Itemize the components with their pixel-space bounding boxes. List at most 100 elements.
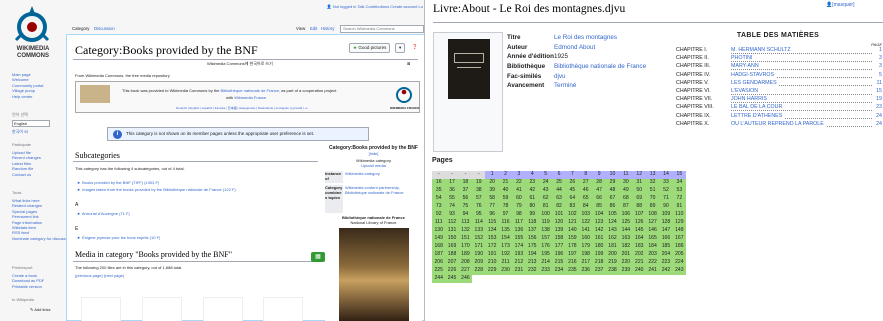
page-link[interactable]: 74 xyxy=(445,203,459,211)
book-cover-frame[interactable] xyxy=(433,32,503,152)
page-link[interactable]: 233 xyxy=(538,267,553,275)
grid-view-button[interactable]: ▦ xyxy=(311,252,325,262)
page-link[interactable]: 76 xyxy=(472,203,486,211)
page-link[interactable]: - xyxy=(472,171,486,179)
page-link[interactable]: 83 xyxy=(565,203,580,211)
tab-discussion[interactable]: Discussion xyxy=(94,26,115,31)
language-select[interactable]: English xyxy=(12,120,50,127)
page-link[interactable]: 181 xyxy=(605,243,620,251)
toc-title-link[interactable]: JOHN HARRIS xyxy=(731,96,769,103)
add-links[interactable]: ✎ Add links xyxy=(30,307,50,312)
page-link[interactable]: 59 xyxy=(498,195,513,203)
tab-view[interactable]: View xyxy=(296,26,305,31)
page-link[interactable]: 40 xyxy=(498,187,513,195)
page-link[interactable]: 90 xyxy=(659,203,673,211)
page-link[interactable]: 79 xyxy=(512,203,526,211)
page-link[interactable]: 2 xyxy=(498,171,513,179)
page-link[interactable]: 188 xyxy=(445,251,459,259)
toc-page-link[interactable]: 19 xyxy=(876,96,882,102)
page-link[interactable]: 141 xyxy=(579,227,593,235)
search-input[interactable]: Search Wikimedia Commons xyxy=(340,25,424,33)
page-link[interactable]: 149 xyxy=(432,235,446,243)
page-link[interactable]: 77 xyxy=(485,203,499,211)
page-link[interactable]: 241 xyxy=(645,267,660,275)
page-link[interactable]: 13 xyxy=(645,171,660,179)
page-link[interactable]: 145 xyxy=(632,227,646,235)
page-link[interactable]: 98 xyxy=(512,211,526,219)
page-link[interactable]: 182 xyxy=(619,243,633,251)
page-link[interactable]: 187 xyxy=(432,251,446,259)
page-link[interactable]: 73 xyxy=(432,203,446,211)
page-link[interactable]: 31 xyxy=(632,179,646,187)
page-link[interactable]: 81 xyxy=(538,203,553,211)
page-link[interactable]: 72 xyxy=(672,195,687,203)
toc-page-link[interactable]: 15 xyxy=(876,88,882,94)
page-link[interactable]: 78 xyxy=(498,203,513,211)
page-link[interactable]: 114 xyxy=(472,219,486,227)
infobox-value[interactable]: Wikimedia category xyxy=(345,171,380,176)
page-link[interactable]: 137 xyxy=(525,227,539,235)
wikimedia-commons-logo[interactable] xyxy=(12,4,52,44)
page-link[interactable]: 176 xyxy=(538,243,553,251)
page-link[interactable]: 195 xyxy=(538,251,553,259)
page-link[interactable]: 7 xyxy=(565,171,580,179)
page-link[interactable]: 63 xyxy=(552,195,566,203)
page-link[interactable]: 69 xyxy=(632,195,646,203)
page-link[interactable]: 144 xyxy=(619,227,633,235)
page-link[interactable]: 96 xyxy=(485,211,499,219)
page-link[interactable]: 201 xyxy=(619,251,633,259)
page-link[interactable]: 162 xyxy=(605,235,620,243)
page-link[interactable]: 228 xyxy=(472,267,486,275)
toc-page-link[interactable]: 23 xyxy=(876,104,882,110)
page-link[interactable]: 199 xyxy=(592,251,606,259)
page-link[interactable]: 219 xyxy=(605,259,620,267)
toc-title-link[interactable]: LES GENDARMES xyxy=(731,79,779,86)
metadata-value[interactable]: Bibliothèque nationale de France xyxy=(554,63,646,70)
page-link[interactable]: 57 xyxy=(472,195,486,203)
page-link[interactable]: 116 xyxy=(498,219,513,227)
page-link[interactable]: 243 xyxy=(672,267,687,275)
page-link[interactable]: 244 xyxy=(432,275,446,283)
page-link[interactable]: 21 xyxy=(498,179,513,187)
infobox-hide[interactable]: [hide] xyxy=(325,151,422,156)
page-link[interactable]: 55 xyxy=(445,195,459,203)
page-link[interactable]: 193 xyxy=(512,251,526,259)
language-bar[interactable]: Wikimedia Commons에 한국어로 쓰기 xyxy=(207,61,273,67)
page-link[interactable]: 211 xyxy=(498,259,513,267)
page-link[interactable]: 103 xyxy=(579,211,593,219)
page-link[interactable]: 54 xyxy=(432,195,446,203)
page-link[interactable]: 138 xyxy=(538,227,553,235)
page-link[interactable]: 196 xyxy=(552,251,566,259)
page-link[interactable]: 15 xyxy=(672,171,687,179)
toc-page-link[interactable]: 24 xyxy=(876,121,882,127)
page-link[interactable]: 86 xyxy=(605,203,620,211)
page-link[interactable]: 148 xyxy=(672,227,687,235)
page-link[interactable]: 113 xyxy=(458,219,473,227)
page-link[interactable]: 110 xyxy=(672,211,687,219)
page-link[interactable]: 229 xyxy=(485,267,499,275)
page-link[interactable]: 153 xyxy=(485,235,499,243)
page-link[interactable]: 155 xyxy=(512,235,526,243)
page-link[interactable]: 35 xyxy=(432,187,446,195)
close-icon[interactable]: ⊠ xyxy=(407,61,410,66)
toc-title-link[interactable]: LE BAL DE LA COUR xyxy=(731,104,785,111)
page-link[interactable]: 38 xyxy=(472,187,486,195)
page-link[interactable]: 159 xyxy=(565,235,580,243)
page-link[interactable]: 41 xyxy=(512,187,526,195)
sidebar-tools-item[interactable]: Nominate category for discussion xyxy=(12,236,68,241)
tab-history[interactable]: History xyxy=(321,26,334,31)
page-link[interactable]: 142 xyxy=(592,227,606,235)
page-link[interactable]: 123 xyxy=(592,219,606,227)
page-link[interactable]: 60 xyxy=(512,195,526,203)
page-link[interactable]: 161 xyxy=(592,235,606,243)
page-link[interactable]: 236 xyxy=(579,267,593,275)
page-link[interactable]: 56 xyxy=(458,195,473,203)
page-link[interactable]: 6 xyxy=(552,171,566,179)
toc-page-link[interactable]: 24 xyxy=(876,113,882,119)
page-link[interactable]: 130 xyxy=(432,227,446,235)
page-link[interactable]: 245 xyxy=(445,275,459,283)
page-link[interactable]: 167 xyxy=(672,235,687,243)
page-link[interactable]: 221 xyxy=(632,259,646,267)
page-link[interactable]: 227 xyxy=(458,267,473,275)
page-link[interactable]: 19 xyxy=(472,179,486,187)
